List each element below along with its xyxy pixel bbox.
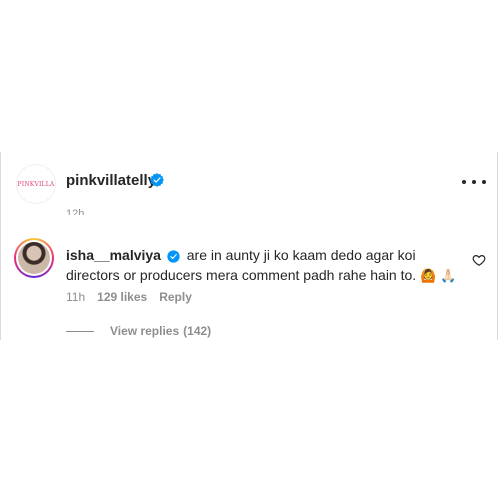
replies-count: (142) bbox=[183, 324, 212, 338]
more-dot bbox=[472, 180, 476, 184]
comment-time[interactable]: 11h bbox=[66, 290, 85, 304]
panel-border-right bbox=[497, 152, 498, 340]
view-replies-button[interactable]: View replies (142) bbox=[66, 324, 211, 338]
comment-body: isha__malviya are in aunty ji ko kaam de… bbox=[66, 245, 466, 287]
avatar-photo bbox=[18, 242, 50, 274]
previous-comment-time: 12h bbox=[66, 208, 85, 215]
avatar-inner bbox=[16, 240, 52, 276]
comment-meta: 11h 129 likes Reply bbox=[66, 290, 192, 304]
more-dot bbox=[462, 180, 466, 184]
commenter-avatar[interactable] bbox=[14, 238, 54, 278]
more-options-icon[interactable] bbox=[462, 174, 486, 190]
post-header: PINKVILLA pinkvillatelly bbox=[0, 152, 497, 208]
verified-badge-icon bbox=[167, 250, 180, 263]
view-replies-text: View replies bbox=[110, 324, 180, 338]
more-dot bbox=[482, 180, 486, 184]
commenter-username[interactable]: isha__malviya bbox=[66, 247, 161, 263]
reply-button[interactable]: Reply bbox=[159, 290, 192, 304]
replies-divider-line bbox=[66, 330, 94, 332]
verified-badge-icon bbox=[150, 173, 164, 187]
comment-emojis: 🙆 🙏🏻 bbox=[420, 269, 457, 284]
heart-outline-icon[interactable] bbox=[472, 253, 486, 267]
post-author-avatar[interactable]: PINKVILLA bbox=[16, 164, 56, 204]
comment-likes[interactable]: 129 likes bbox=[97, 290, 147, 304]
post-author-username[interactable]: pinkvillatelly bbox=[66, 172, 156, 189]
view-replies-label: View replies (142) bbox=[110, 324, 211, 338]
avatar-logo-text: PINKVILLA bbox=[17, 180, 55, 188]
